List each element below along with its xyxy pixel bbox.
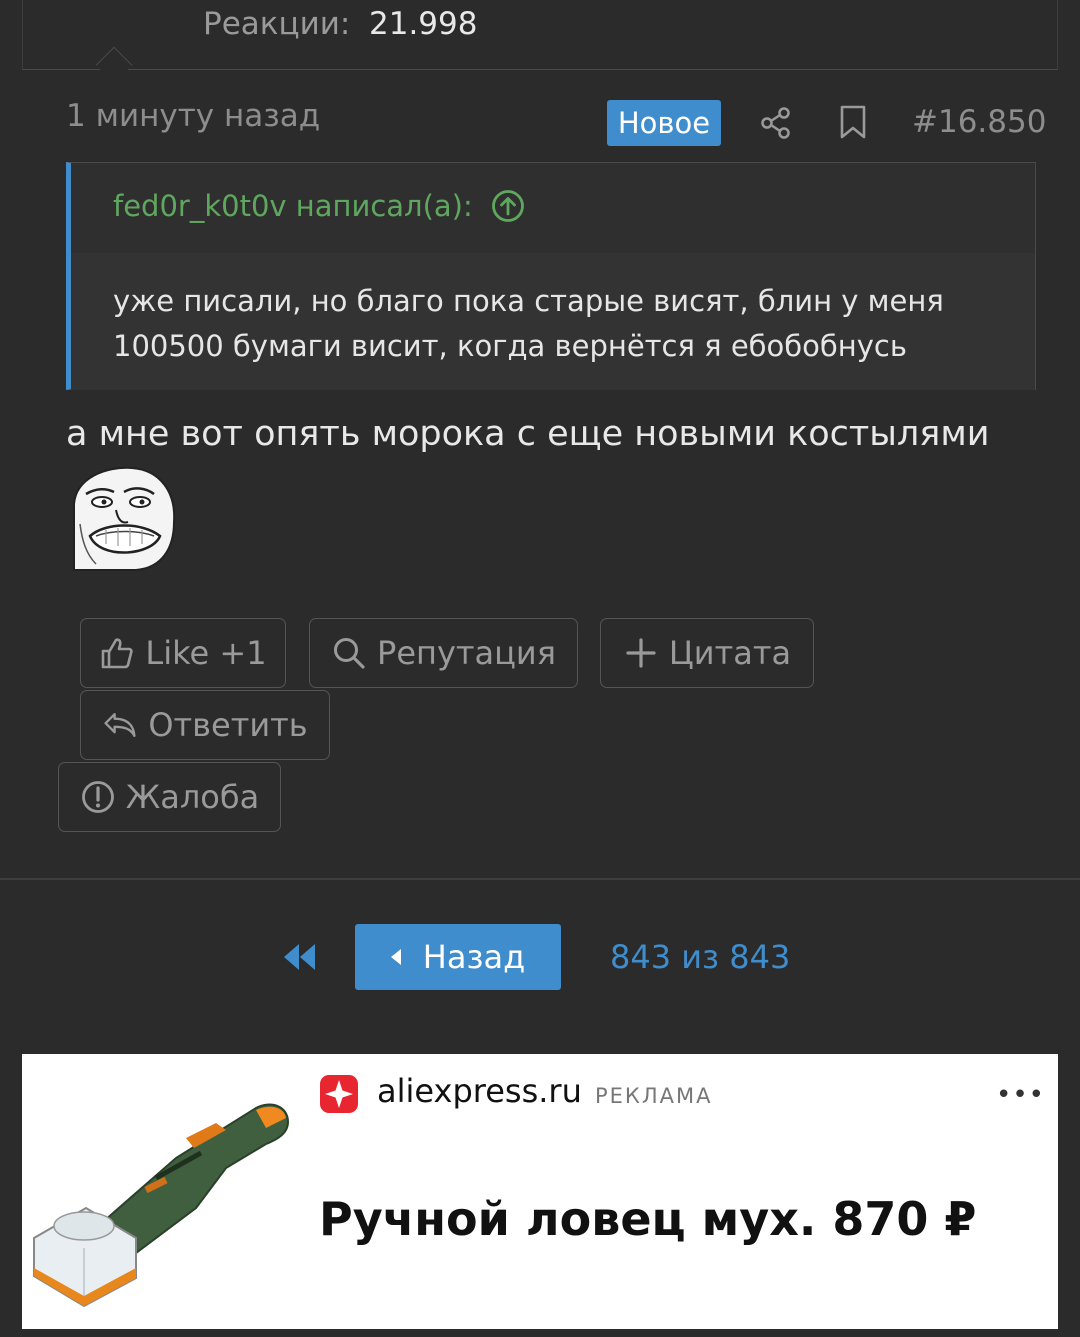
report-button[interactable]: Жалоба <box>58 762 281 832</box>
bookmark-icon[interactable] <box>838 104 868 140</box>
meme-face-image <box>66 464 178 572</box>
ad-title[interactable]: Ручной ловец мух. 870 ₽ <box>319 1192 976 1246</box>
reply-label: Ответить <box>148 706 308 744</box>
caret-left-icon <box>390 949 401 965</box>
quote-button[interactable]: Цитата <box>600 618 814 688</box>
quote-block: fed0r_k0t0v написал(а): уже писали, но б… <box>66 162 1036 390</box>
quote-header: fed0r_k0t0v написал(а): <box>71 163 1035 253</box>
new-badge: Новое <box>607 100 721 146</box>
first-page-icon[interactable] <box>282 940 318 974</box>
reactions-label: Реакции: <box>203 6 351 42</box>
ad-domain[interactable]: aliexpress.ru <box>377 1072 582 1110</box>
fly-catcher-product-image[interactable] <box>26 1078 296 1308</box>
ad-label: РЕКЛАМА <box>595 1084 713 1108</box>
reply-button[interactable]: Ответить <box>80 690 330 760</box>
warning-circle-icon <box>81 781 114 813</box>
report-label: Жалоба <box>125 778 260 816</box>
search-icon <box>334 638 365 669</box>
aliexpress-logo-icon <box>320 1075 358 1113</box>
reactions-value: 21.998 <box>369 6 478 42</box>
quote-body: уже писали, но благо пока старые висят, … <box>71 253 1035 390</box>
share-icon[interactable] <box>760 106 792 140</box>
back-label: Назад <box>422 938 526 976</box>
ad-menu-icon[interactable]: ••• <box>996 1080 1045 1110</box>
like-button[interactable]: Like +1 <box>80 618 286 688</box>
quote-author-text: fed0r_k0t0v написал(а): <box>113 189 473 223</box>
quote-text: уже писали, но благо пока старые висят, … <box>113 284 944 363</box>
plus-icon <box>626 638 656 668</box>
post-message: а мне вот опять морока с еще новыми кост… <box>66 414 990 454</box>
post-number-link[interactable]: #16.850 <box>912 104 1046 140</box>
reply-arrow-icon <box>104 713 136 737</box>
like-label: Like +1 <box>145 634 267 672</box>
back-button[interactable]: Назад <box>355 924 561 990</box>
thumbs-up-icon <box>102 638 134 669</box>
post-time[interactable]: 1 минуту назад <box>66 98 320 134</box>
reputation-button[interactable]: Репутация <box>309 618 578 688</box>
section-divider <box>0 878 1080 880</box>
arrow-notch <box>95 46 133 84</box>
quote-label: Цитата <box>668 634 792 672</box>
reputation-label: Репутация <box>377 634 556 672</box>
quote-author-link[interactable]: fed0r_k0t0v написал(а): <box>113 189 525 223</box>
page-indicator[interactable]: 843 из 843 <box>610 938 790 976</box>
ad-banner[interactable]: aliexpress.ru РЕКЛАМА ••• Ручной ловец м… <box>22 1054 1058 1329</box>
arrow-up-circle-icon[interactable] <box>491 189 525 223</box>
post-author-stats: Реакции: 21.998 <box>22 0 1058 84</box>
